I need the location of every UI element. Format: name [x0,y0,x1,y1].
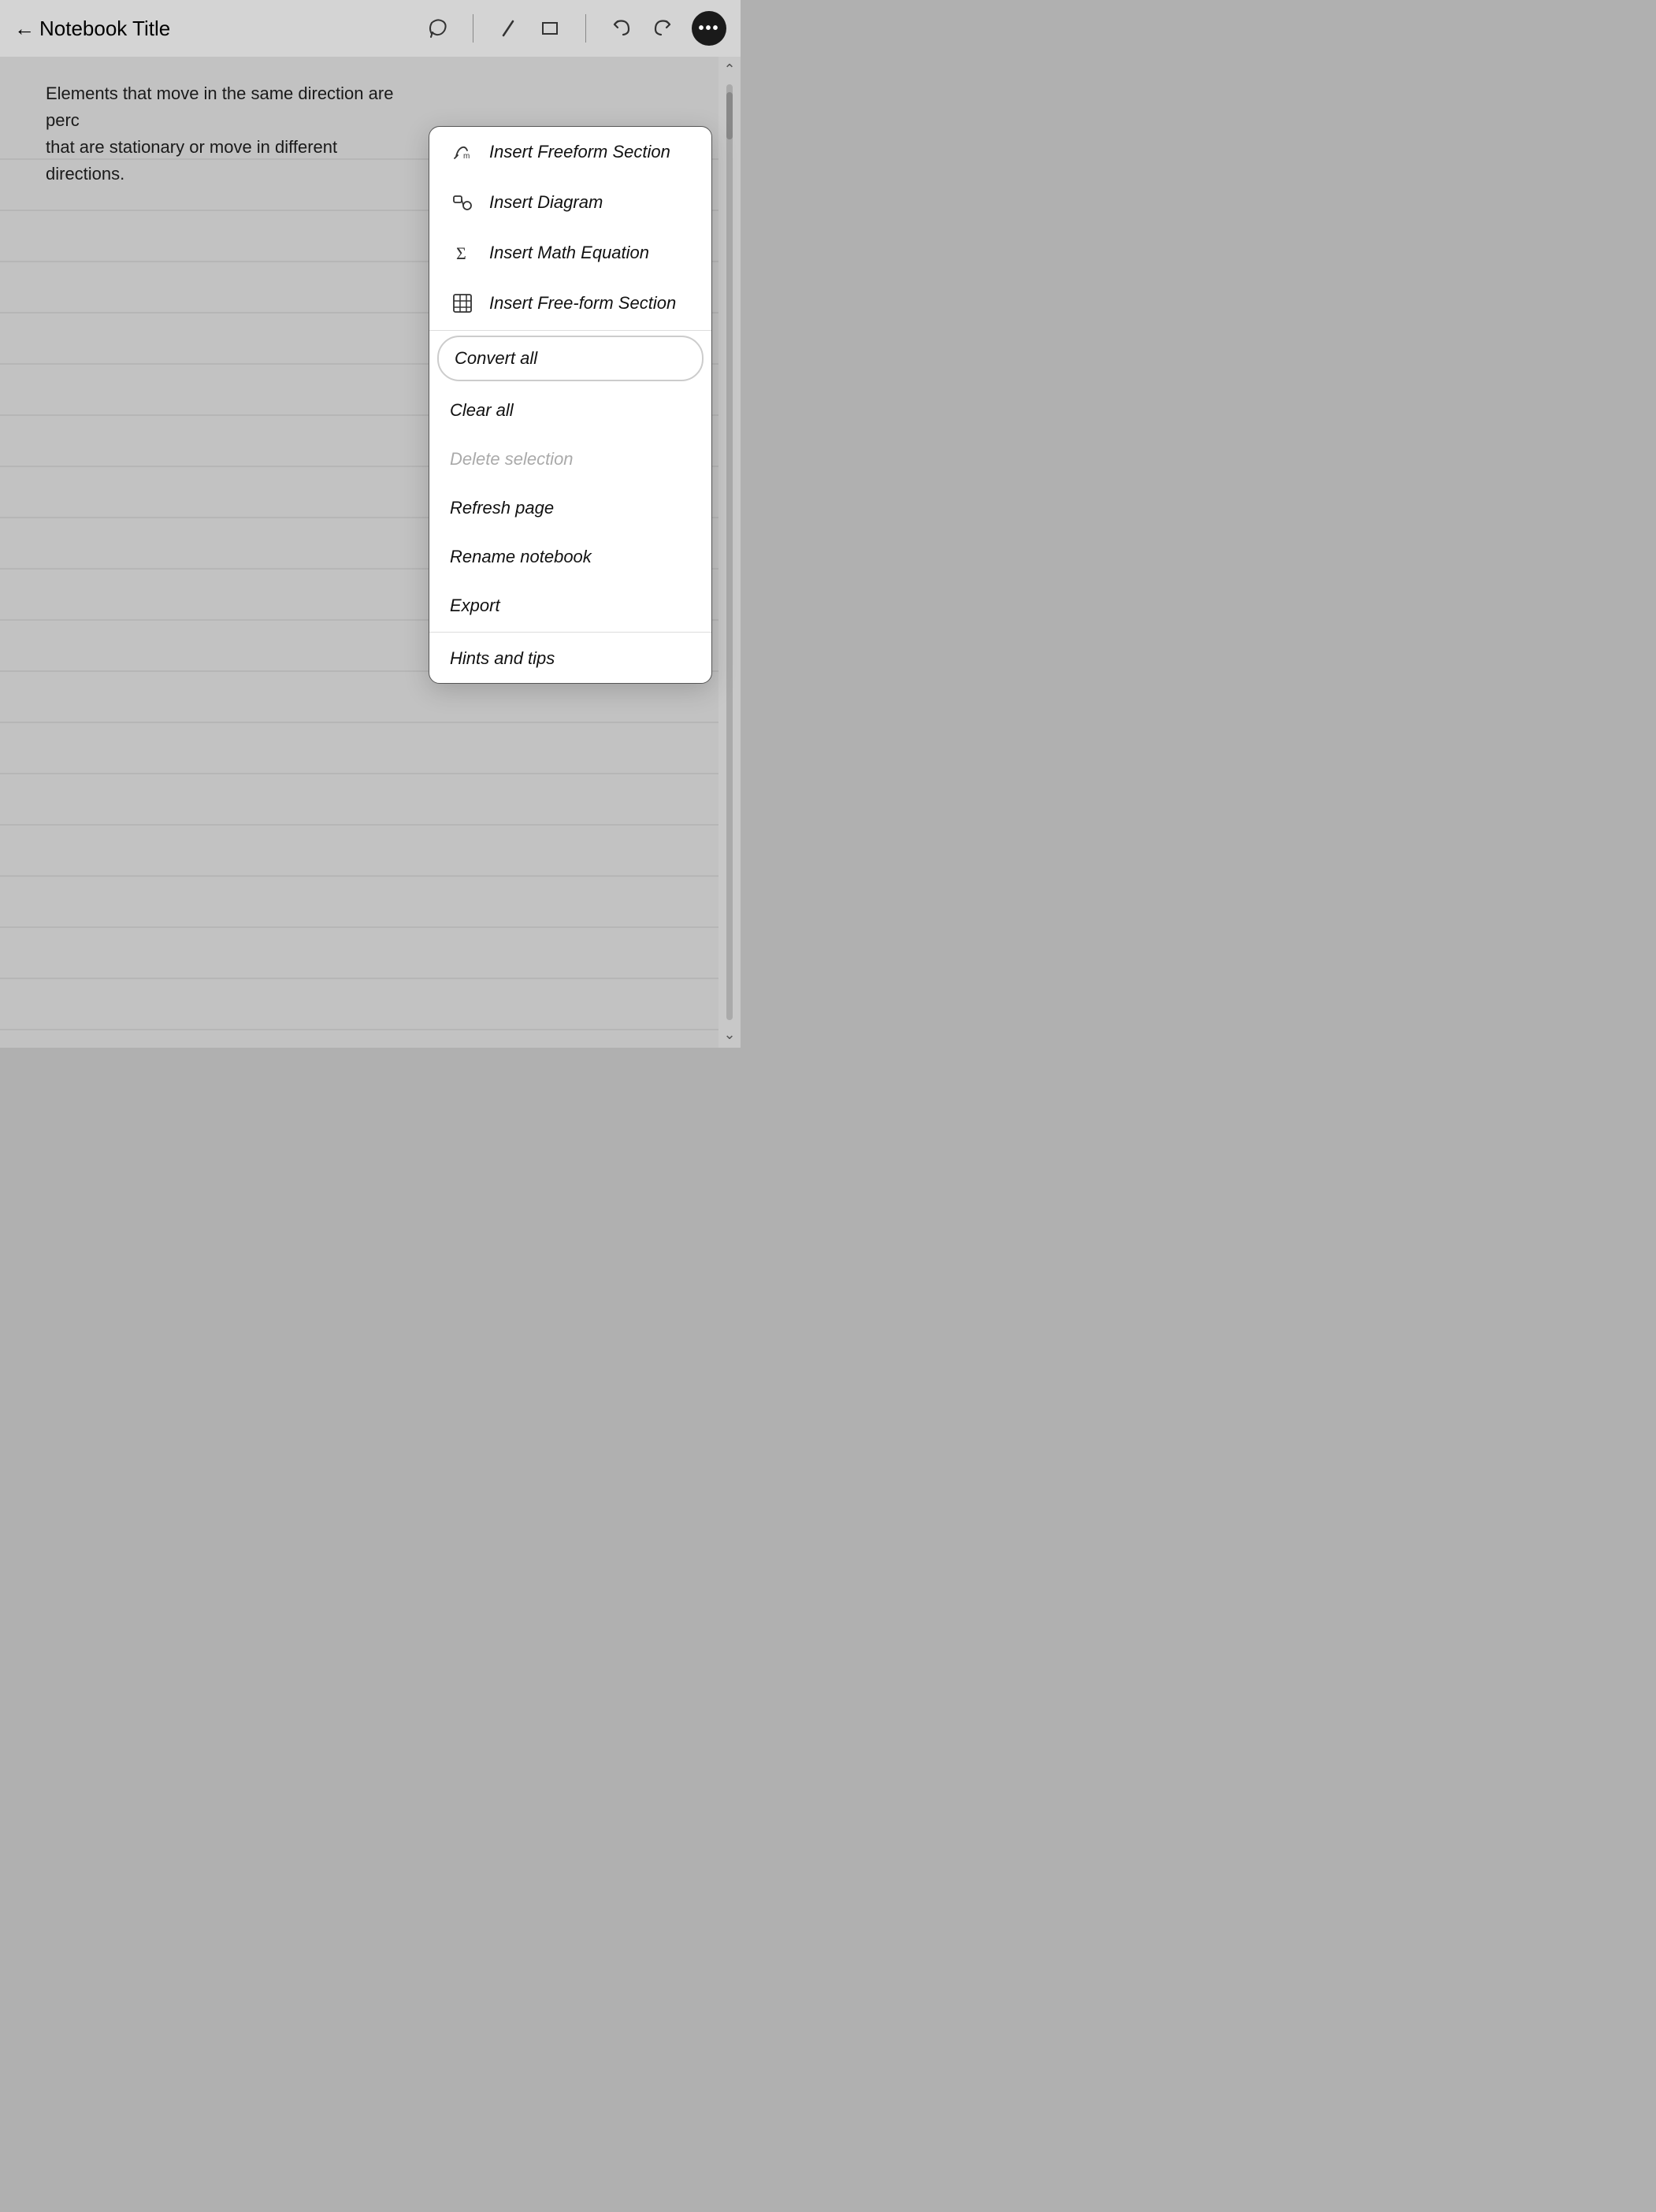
undo-button[interactable] [610,17,633,40]
text-line-1: Elements that move in the same direction… [46,80,395,134]
freeform-icon: m [450,141,475,163]
more-dots: ••• [698,20,719,38]
export-label: Export [450,596,500,616]
convert-all-label: Convert all [455,348,537,369]
toolbar-middle: ••• [425,11,726,46]
scroll-thumb[interactable] [726,92,733,139]
math-icon: Σ [450,242,475,264]
menu-item-export[interactable]: Export [429,581,711,630]
svg-text:Σ: Σ [456,243,466,263]
lasso-button[interactable] [425,17,449,40]
scrollbar: ⌃ ⌄ [718,57,741,1048]
insert-freeform-label: Insert Freeform Section [489,142,670,162]
menu-item-insert-math[interactable]: Σ Insert Math Equation [429,228,711,278]
menu-item-convert-all[interactable]: Convert all [437,336,704,381]
dropdown-menu: m Insert Freeform Section Insert Diagram… [429,126,712,684]
divider-after-insert [429,330,711,331]
eraser-button[interactable] [538,17,562,40]
divider-before-hints [429,632,711,633]
delete-selection-label: Delete selection [450,449,574,469]
hints-tips-label: Hints and tips [450,648,555,669]
menu-item-insert-freeform-section[interactable]: Insert Free-form Section [429,278,711,328]
scroll-track[interactable] [726,84,733,1020]
clear-all-label: Clear all [450,400,514,421]
menu-item-clear-all[interactable]: Clear all [429,386,711,435]
redo-button[interactable] [651,17,674,40]
svg-text:m: m [463,152,470,161]
notebook-title: Notebook Title [39,17,170,41]
insert-freeform-section-label: Insert Free-form Section [489,293,676,314]
menu-item-delete-selection: Delete selection [429,435,711,484]
menu-item-insert-freeform[interactable]: m Insert Freeform Section [429,127,711,177]
divider-2 [585,14,586,43]
insert-math-label: Insert Math Equation [489,243,649,263]
pen-button[interactable] [497,17,521,40]
menu-item-refresh-page[interactable]: Refresh page [429,484,711,533]
notebook-content: Elements that move in the same direction… [0,57,418,187]
toolbar: ← Notebook Title [0,0,741,57]
back-arrow-icon: ← [14,17,35,41]
menu-item-hints-tips[interactable]: Hints and tips [429,634,711,683]
diagram-icon [450,191,475,213]
menu-item-rename-notebook[interactable]: Rename notebook [429,533,711,581]
text-line-2: that are stationary or move in different… [46,134,395,187]
more-button[interactable]: ••• [692,11,726,46]
notebook-area: Elements that move in the same direction… [0,57,741,1048]
rename-notebook-label: Rename notebook [450,547,592,567]
scroll-up-arrow[interactable]: ⌃ [723,61,735,78]
toolbar-left: ← Notebook Title [14,17,425,41]
refresh-page-label: Refresh page [450,498,554,518]
scroll-down-arrow[interactable]: ⌄ [723,1026,735,1043]
insert-diagram-label: Insert Diagram [489,192,603,213]
grid-icon [450,292,475,314]
back-button[interactable]: ← Notebook Title [14,17,170,41]
menu-item-insert-diagram[interactable]: Insert Diagram [429,177,711,228]
